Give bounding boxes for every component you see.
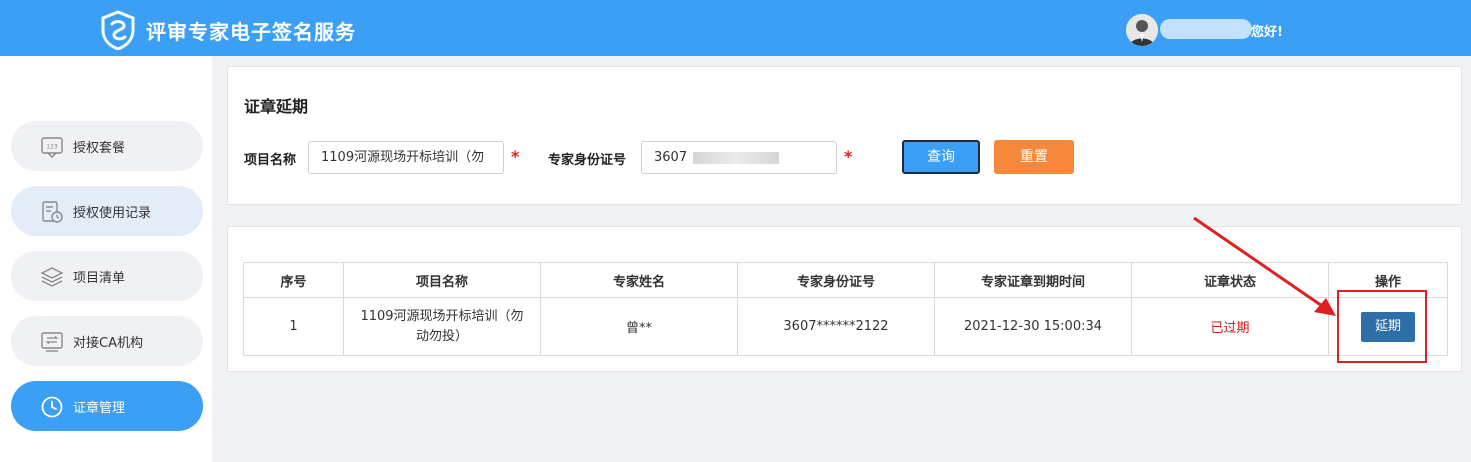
sidebar-item-usage-record[interactable]: 授权使用记录 [11,186,203,236]
clock-icon [41,396,63,418]
greeting-text: 您好! [1251,25,1283,40]
svg-text:123: 123 [46,144,58,151]
reset-button[interactable]: 重置 [994,140,1074,174]
package-123-icon: 123 [41,137,63,158]
sidebar-item-label: 对接CA机构 [73,336,143,351]
sidebar-item-label: 授权使用记录 [73,206,152,221]
row-project-name: 1109河源现场开标培训（勿动勿投） [343,297,541,356]
column-header: 项目名称 [343,262,541,298]
column-header: 专家姓名 [540,262,738,298]
required-mark: * [511,147,520,166]
row-index: 1 [243,297,344,356]
column-header: 专家证章到期时间 [934,262,1132,298]
user-avatar-icon[interactable] [1126,14,1158,46]
top-header: 评审专家电子签名服务 您好! [0,0,1471,56]
redacted-id-blur [693,151,780,164]
shield-logo-icon [101,10,135,50]
sidebar-item-label: 项目清单 [73,271,126,286]
sidebar: 123 授权套餐 授权使用记录 项目清单 对接CA机构 证章管理 [0,56,212,462]
column-header: 序号 [243,262,344,298]
column-header: 专家身份证号 [737,262,935,298]
app-title: 评审专家电子签名服务 [146,20,356,44]
expert-id-label: 专家身份证号 [548,153,627,168]
search-panel: 证章延期 项目名称 1109河源现场开标培训（勿 * 专家身份证号 3607 *… [227,66,1462,205]
sidebar-item-package[interactable]: 123 授权套餐 [11,121,203,171]
layers-icon [40,267,64,287]
project-name-label: 项目名称 [244,153,297,168]
required-mark: * [844,147,853,166]
expert-id-input[interactable]: 3607 [641,141,837,174]
query-button[interactable]: 查询 [902,140,980,174]
annotation-highlight-box [1337,290,1427,363]
row-expert-id: 3607******2122 [737,297,935,356]
row-expert-name: 曾** [540,297,738,356]
expert-id-value: 3607 [654,150,688,165]
sidebar-item-label: 授权套餐 [73,141,126,156]
sidebar-item-label: 证章管理 [73,401,126,416]
page-title: 证章延期 [244,97,309,116]
row-expire-time: 2021-12-30 15:00:34 [934,297,1132,356]
project-name-input[interactable]: 1109河源现场开标培训（勿 [308,141,504,174]
sidebar-item-seal-management[interactable]: 证章管理 [11,381,203,431]
sidebar-item-project-list[interactable]: 项目清单 [11,251,203,301]
annotation-arrow [1193,216,1336,316]
transfer-icon [41,332,63,352]
record-clock-icon [42,201,63,223]
username-redacted [1160,19,1252,39]
sidebar-item-ca-org[interactable]: 对接CA机构 [11,316,203,366]
